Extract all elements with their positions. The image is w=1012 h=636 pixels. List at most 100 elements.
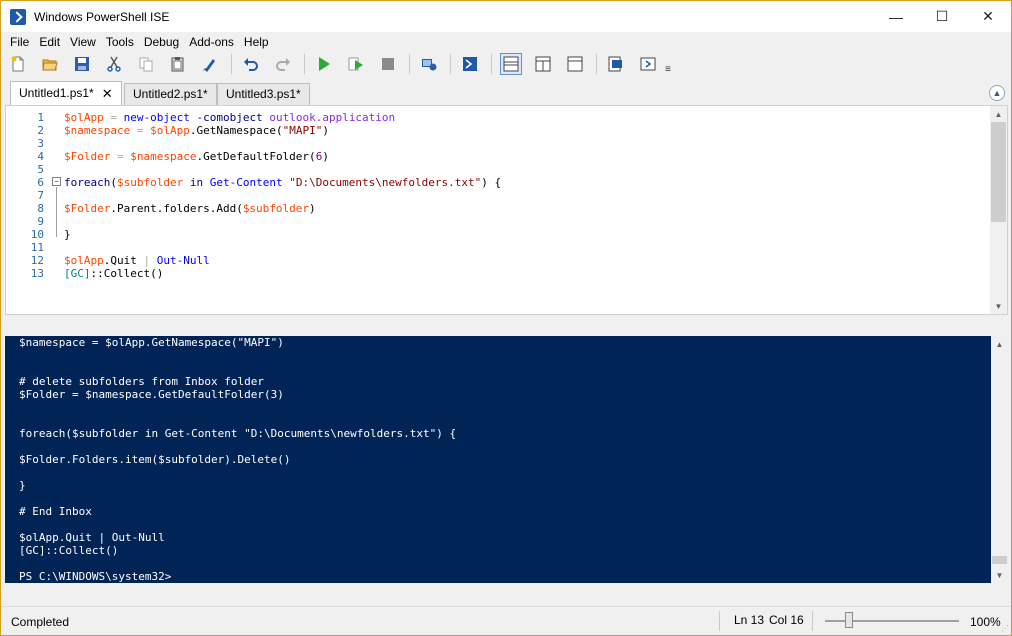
script-tabs: Untitled1.ps1* ✕ Untitled2.ps1* Untitled… bbox=[1, 81, 1011, 105]
scroll-up-icon[interactable]: ▲ bbox=[990, 106, 1007, 122]
open-folder-icon[interactable] bbox=[39, 53, 61, 75]
console-scroll-thumb[interactable] bbox=[992, 556, 1007, 564]
code-token: .Quit bbox=[103, 254, 144, 267]
toolbar-separator bbox=[450, 54, 451, 74]
clear-icon[interactable] bbox=[199, 53, 221, 75]
line-number: 9 bbox=[37, 215, 44, 228]
toolbar: ≡ bbox=[1, 51, 1011, 77]
stop-icon[interactable] bbox=[377, 53, 399, 75]
fold-guide bbox=[56, 187, 57, 237]
show-script-pane-icon[interactable] bbox=[605, 53, 627, 75]
line-code: foreach($subfolder in Get-Content "D:\Do… bbox=[64, 176, 501, 189]
toolbar-overflow-icon[interactable]: ≡ bbox=[665, 64, 671, 75]
code-token: } bbox=[64, 228, 71, 241]
code-token: ) { bbox=[481, 176, 502, 189]
console-vertical-scrollbar[interactable]: ▲ ▼ bbox=[991, 336, 1008, 583]
code-token: = bbox=[110, 150, 131, 163]
console-line: # End Inbox bbox=[19, 505, 92, 518]
line-number: 8 bbox=[37, 202, 44, 215]
menu-debug[interactable]: Debug bbox=[139, 33, 184, 51]
status-bar: Completed Ln 13 Col 16 100% ⋰ bbox=[1, 606, 1011, 635]
show-command-addon-icon[interactable] bbox=[637, 53, 659, 75]
code-token: ) bbox=[322, 150, 329, 163]
code-token: $Folder bbox=[64, 150, 111, 163]
line-code: $olApp.Quit | Out-Null bbox=[64, 254, 210, 267]
script-editor[interactable]: 1 $olApp = new-object -comobject outlook.… bbox=[5, 105, 1008, 315]
tab-label: Untitled2.ps1* bbox=[133, 87, 208, 101]
zoom-slider-thumb[interactable] bbox=[845, 612, 854, 628]
run-script-icon[interactable] bbox=[313, 53, 335, 75]
console-line: [GC]::Collect() bbox=[19, 544, 119, 557]
status-message: Completed bbox=[11, 615, 70, 629]
close-button[interactable]: ✕ bbox=[965, 1, 1011, 32]
line-number: 1 bbox=[37, 111, 44, 124]
line-code: $namespace = $olApp.GetNamespace("MAPI") bbox=[64, 124, 329, 137]
copy-icon[interactable] bbox=[135, 53, 157, 75]
console-line: } bbox=[19, 479, 26, 492]
editor-vertical-scrollbar[interactable]: ▲ ▼ bbox=[990, 106, 1007, 314]
menu-edit[interactable]: Edit bbox=[34, 33, 65, 51]
code-token: ) bbox=[322, 124, 329, 137]
code-token: = bbox=[130, 124, 151, 137]
code-token: $namespace bbox=[64, 124, 131, 137]
run-selection-icon[interactable] bbox=[345, 53, 367, 75]
console-line: $namespace = $olApp.GetNamespace("MAPI") bbox=[19, 336, 284, 349]
menu-file[interactable]: File bbox=[5, 33, 34, 51]
tab-label: Untitled3.ps1* bbox=[226, 87, 301, 101]
paste-icon[interactable] bbox=[167, 53, 189, 75]
code-token: foreach bbox=[64, 176, 111, 189]
show-script-maximized-icon[interactable] bbox=[564, 53, 586, 75]
start-powershell-icon[interactable] bbox=[459, 53, 481, 75]
remote-powershell-icon[interactable] bbox=[418, 53, 440, 75]
new-file-icon[interactable] bbox=[7, 53, 29, 75]
code-token: .GetNamespace( bbox=[189, 124, 283, 137]
show-script-top-icon[interactable] bbox=[500, 53, 522, 75]
code-token: $olApp bbox=[150, 124, 190, 137]
menu-view[interactable]: View bbox=[65, 33, 101, 51]
resize-grip-icon[interactable]: ⋰ bbox=[1001, 624, 1009, 633]
tab-untitled3[interactable]: Untitled3.ps1* bbox=[217, 83, 310, 105]
code-token: -comobject bbox=[189, 111, 270, 124]
powershell-icon bbox=[10, 8, 26, 25]
console-pane[interactable]: $namespace = $olApp.GetNamespace("MAPI")… bbox=[5, 336, 1008, 583]
code-token: $olApp bbox=[64, 254, 104, 267]
pane-splitter[interactable] bbox=[5, 315, 1008, 336]
scroll-down-icon[interactable]: ▼ bbox=[990, 298, 1007, 314]
cut-icon[interactable] bbox=[103, 53, 125, 75]
tab-close-icon[interactable]: ✕ bbox=[102, 83, 113, 104]
code-token: [GC] bbox=[64, 267, 91, 280]
code-token: | bbox=[143, 254, 157, 267]
line-number: 7 bbox=[37, 189, 44, 202]
maximize-button[interactable]: ☐ bbox=[919, 1, 965, 32]
code-token: Out-Null bbox=[156, 254, 210, 267]
title-bar: Windows PowerShell ISE — ☐ ✕ bbox=[1, 1, 1011, 32]
collapse-pane-icon[interactable]: ▲ bbox=[989, 85, 1005, 101]
menu-add-ons[interactable]: Add-ons bbox=[184, 33, 239, 51]
menu-help[interactable]: Help bbox=[239, 33, 274, 51]
toolbar-separator bbox=[596, 54, 597, 74]
tab-untitled2[interactable]: Untitled2.ps1* bbox=[124, 83, 217, 105]
line-code: $Folder.Parent.folders.Add($subfolder) bbox=[64, 202, 316, 215]
line-number: 3 bbox=[37, 137, 44, 150]
line-code: } bbox=[64, 228, 71, 241]
minimize-button[interactable]: — bbox=[873, 1, 919, 32]
editor-scroll-thumb[interactable] bbox=[991, 122, 1006, 222]
status-separator bbox=[812, 611, 813, 631]
menu-tools[interactable]: Tools bbox=[101, 33, 139, 51]
code-token: in bbox=[183, 176, 210, 189]
code-token: "MAPI" bbox=[282, 124, 323, 137]
console-bottom-margin bbox=[5, 583, 1008, 603]
undo-icon[interactable] bbox=[240, 53, 262, 75]
line-number: 10 bbox=[30, 228, 44, 241]
redo-icon[interactable] bbox=[272, 53, 294, 75]
console-line: $Folder.Folders.item($subfolder).Delete(… bbox=[19, 453, 291, 466]
show-script-right-icon[interactable] bbox=[532, 53, 554, 75]
tab-untitled1[interactable]: Untitled1.ps1* ✕ bbox=[10, 81, 122, 105]
console-line: foreach($subfolder in Get-Content "D:\Do… bbox=[19, 427, 457, 440]
scroll-down-icon[interactable]: ▼ bbox=[991, 567, 1008, 583]
code-token: ) bbox=[309, 202, 316, 215]
scroll-up-icon[interactable]: ▲ bbox=[991, 336, 1008, 352]
fold-toggle-icon[interactable]: − bbox=[52, 177, 61, 186]
save-icon[interactable] bbox=[71, 53, 93, 75]
line-number: 5 bbox=[37, 163, 44, 176]
